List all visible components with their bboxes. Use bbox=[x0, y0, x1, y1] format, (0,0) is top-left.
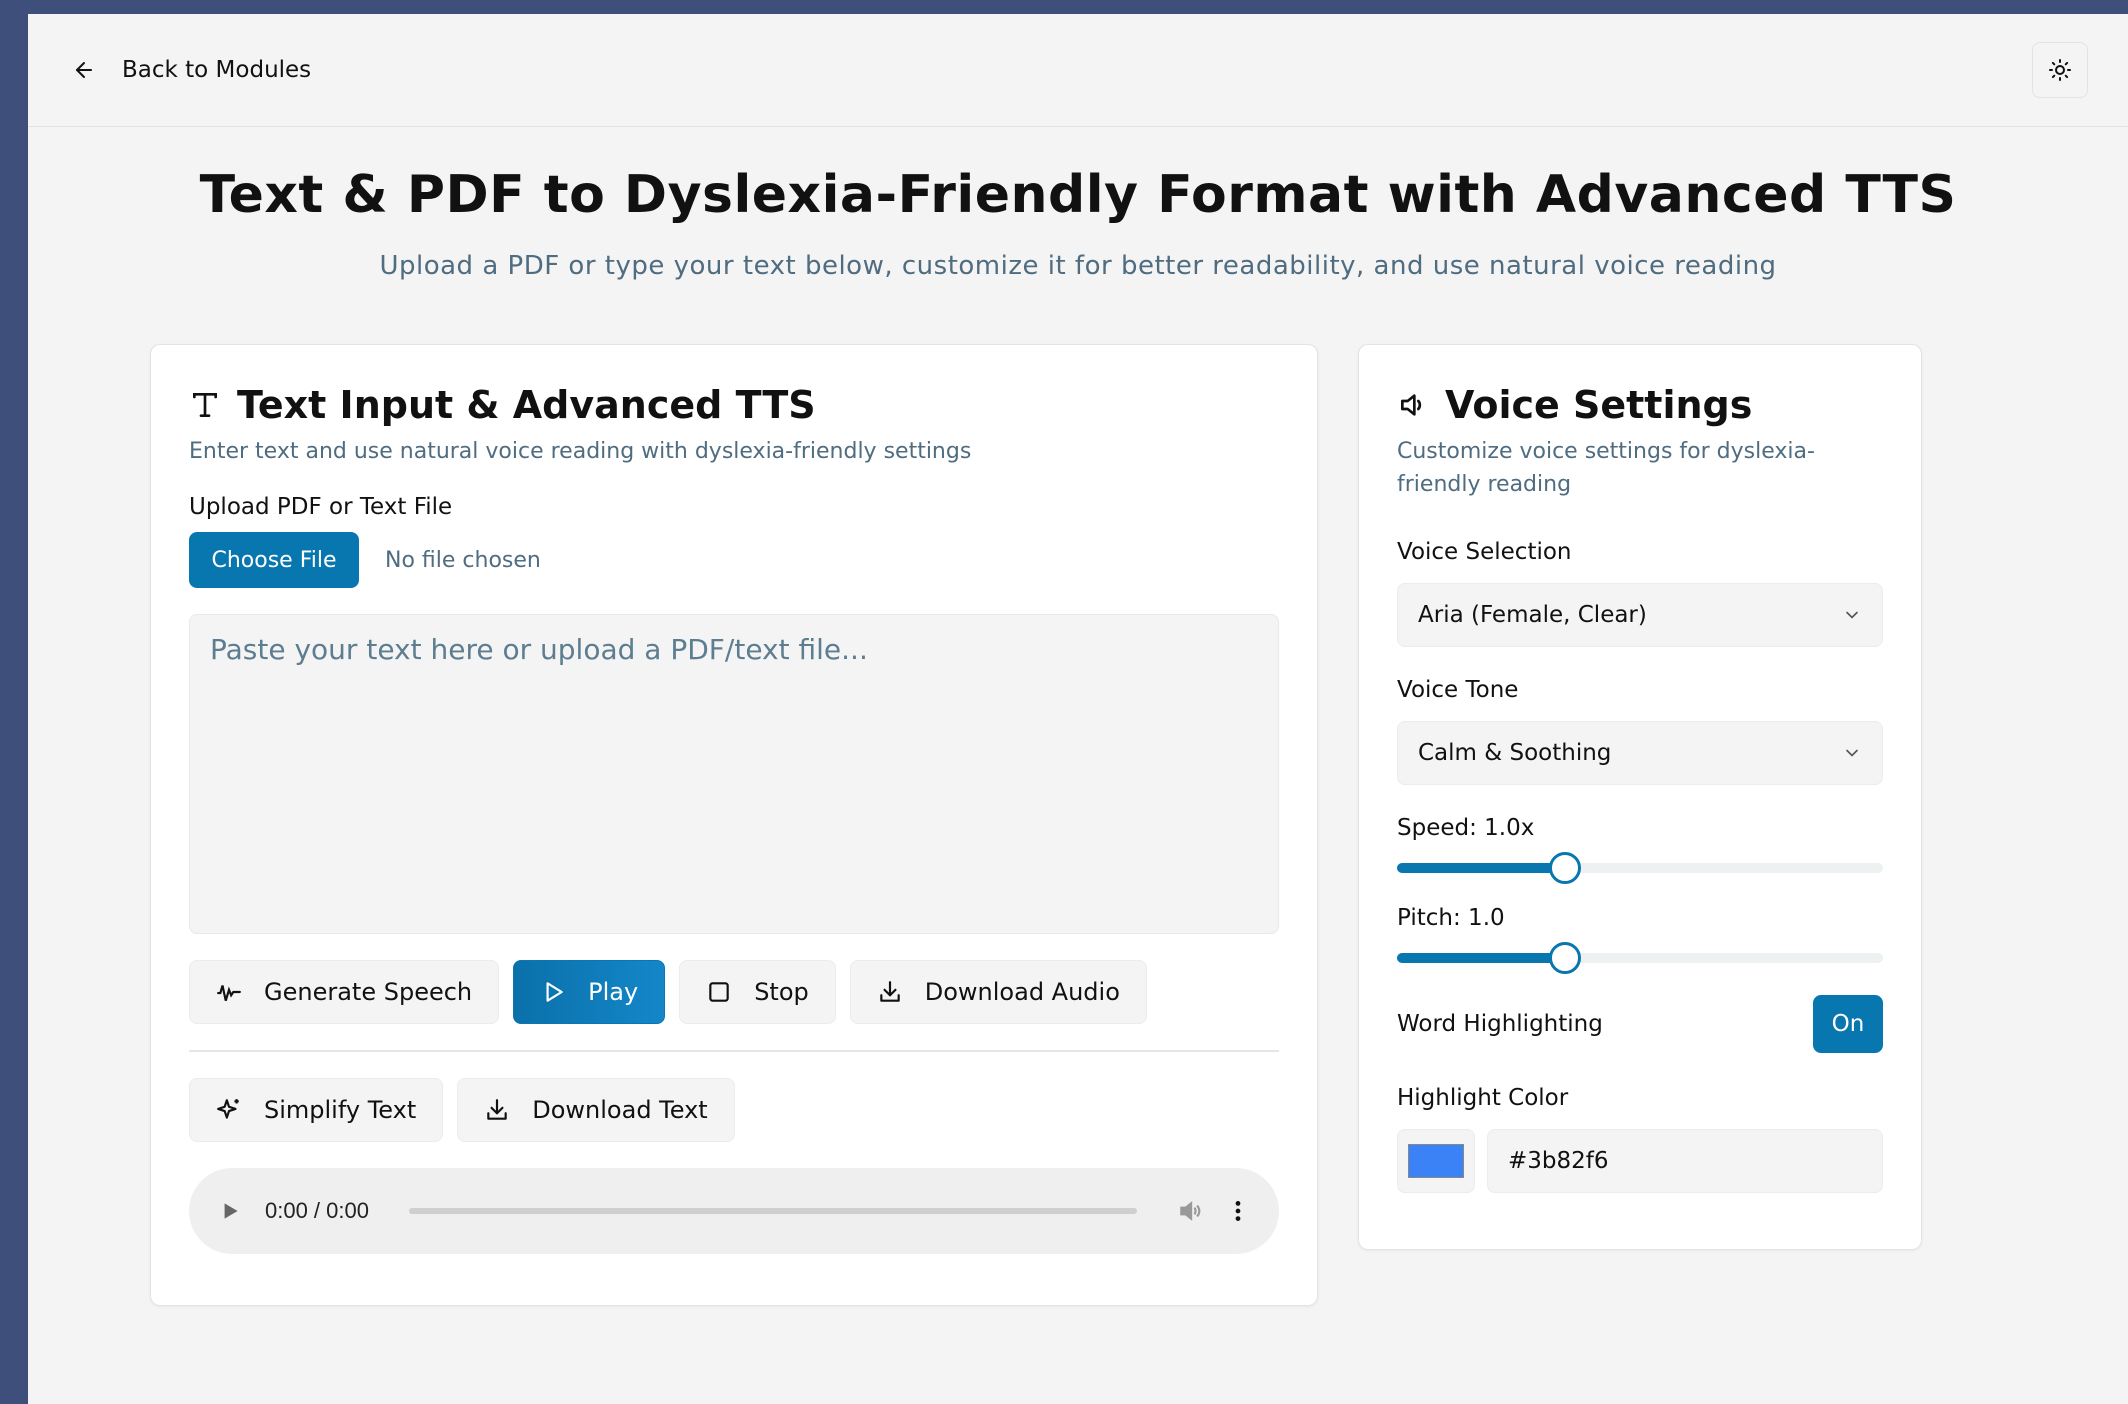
text-input-area[interactable]: Paste your text here or upload a PDF/tex… bbox=[189, 614, 1279, 934]
square-icon bbox=[709, 982, 729, 1002]
download-text-button[interactable]: Download Text bbox=[457, 1078, 735, 1142]
simplify-text-button[interactable]: Simplify Text bbox=[189, 1078, 444, 1142]
volume-icon[interactable] bbox=[1177, 1198, 1203, 1224]
upload-row: Choose File No file chosen bbox=[189, 532, 1279, 588]
voice-selection-dropdown[interactable]: Aria (Female, Clear) bbox=[1397, 583, 1883, 647]
word-highlighting-label: Word Highlighting bbox=[1397, 1011, 1603, 1037]
audio-player: 0:00 / 0:00 bbox=[189, 1168, 1279, 1254]
stop-button[interactable]: Stop bbox=[679, 960, 836, 1024]
audio-play-icon[interactable] bbox=[217, 1198, 243, 1224]
voice-tone-label: Voice Tone bbox=[1397, 677, 1519, 703]
highlight-color-row: #3b82f6 bbox=[1397, 1129, 1883, 1193]
theme-toggle-button[interactable] bbox=[2032, 42, 2088, 98]
choose-file-button[interactable]: Choose File bbox=[189, 532, 359, 588]
sun-icon bbox=[2049, 59, 2071, 81]
speed-slider-fill bbox=[1397, 863, 1565, 873]
sparkles-icon bbox=[217, 1099, 239, 1119]
arrow-left-icon bbox=[76, 62, 92, 78]
highlight-color-input[interactable]: #3b82f6 bbox=[1487, 1129, 1883, 1193]
generate-speech-button[interactable]: Generate Speech bbox=[189, 960, 500, 1024]
play-button[interactable]: Play bbox=[513, 960, 666, 1024]
no-file-status: No file chosen bbox=[385, 547, 541, 573]
chevron-down-icon bbox=[1846, 749, 1858, 757]
stop-label: Stop bbox=[754, 978, 809, 1006]
pitch-label: Pitch: 1.0 bbox=[1397, 905, 1505, 931]
color-picker[interactable] bbox=[1397, 1129, 1475, 1193]
voice-selection-label: Voice Selection bbox=[1397, 539, 1572, 565]
play-label: Play bbox=[588, 978, 639, 1006]
color-swatch bbox=[1408, 1144, 1464, 1178]
chevron-down-icon bbox=[1846, 611, 1858, 619]
pitch-slider-thumb[interactable] bbox=[1548, 942, 1581, 974]
app-window: Back to Modules Text & PDF to Dyslexia-F… bbox=[28, 14, 2128, 1404]
voice-card-title: Voice Settings bbox=[1397, 383, 1883, 427]
upload-label: Upload PDF or Text File bbox=[189, 494, 453, 520]
audio-waveform-icon bbox=[217, 985, 241, 1001]
word-highlighting-row: Word Highlighting On bbox=[1397, 995, 1883, 1053]
top-bar: Back to Modules bbox=[28, 14, 2128, 127]
download-audio-button[interactable]: Download Audio bbox=[849, 960, 1147, 1024]
word-highlighting-toggle[interactable]: On bbox=[1813, 995, 1883, 1053]
voice-card-description: Customize voice settings for dyslexia-fr… bbox=[1397, 439, 1815, 497]
download-icon bbox=[487, 1099, 507, 1120]
speaker-icon bbox=[1401, 394, 1422, 416]
pitch-slider-fill bbox=[1397, 953, 1565, 963]
text-card-description: Enter text and use natural voice reading… bbox=[189, 439, 972, 464]
voice-card-title-label: Voice Settings bbox=[1445, 383, 1753, 427]
download-text-label: Download Text bbox=[532, 1096, 708, 1124]
text-card-title: Text Input & Advanced TTS bbox=[189, 383, 1279, 427]
speed-slider[interactable] bbox=[1397, 851, 1883, 884]
download-audio-label: Download Audio bbox=[924, 978, 1120, 1006]
voice-settings-card: Voice Settings Customize voice settings … bbox=[1358, 344, 1922, 1250]
back-to-modules-link[interactable]: Back to Modules bbox=[72, 57, 311, 83]
voice-tone-value: Calm & Soothing bbox=[1418, 740, 1612, 766]
divider bbox=[189, 1050, 1279, 1052]
download-icon bbox=[880, 981, 900, 1002]
voice-tone-dropdown[interactable]: Calm & Soothing bbox=[1397, 721, 1883, 785]
simplify-text-label: Simplify Text bbox=[264, 1096, 417, 1124]
speed-slider-thumb[interactable] bbox=[1548, 852, 1581, 884]
text-card-title-label: Text Input & Advanced TTS bbox=[237, 383, 816, 427]
more-vertical-icon[interactable] bbox=[1225, 1198, 1251, 1224]
text-type-icon bbox=[193, 393, 217, 417]
voice-selection-value: Aria (Female, Clear) bbox=[1418, 602, 1647, 628]
page-title: Text & PDF to Dyslexia-Friendly Format w… bbox=[199, 165, 1957, 225]
pitch-slider[interactable] bbox=[1397, 941, 1883, 974]
audio-progress-track[interactable] bbox=[408, 1208, 1137, 1214]
audio-time: 0:00 / 0:00 bbox=[265, 1198, 369, 1223]
play-icon bbox=[546, 982, 563, 1002]
page-subtitle: Upload a PDF or type your text below, cu… bbox=[379, 251, 1777, 281]
tts-button-row: Generate Speech Play Stop Download Audio bbox=[189, 960, 1279, 1024]
speed-label: Speed: 1.0x bbox=[1397, 815, 1535, 841]
back-link-label: Back to Modules bbox=[122, 57, 312, 83]
text-input-card: Text Input & Advanced TTS Enter text and… bbox=[150, 344, 1318, 1306]
text-tools-row: Simplify Text Download Text bbox=[189, 1078, 1279, 1142]
generate-speech-label: Generate Speech bbox=[264, 978, 473, 1006]
highlight-color-label: Highlight Color bbox=[1397, 1085, 1569, 1111]
